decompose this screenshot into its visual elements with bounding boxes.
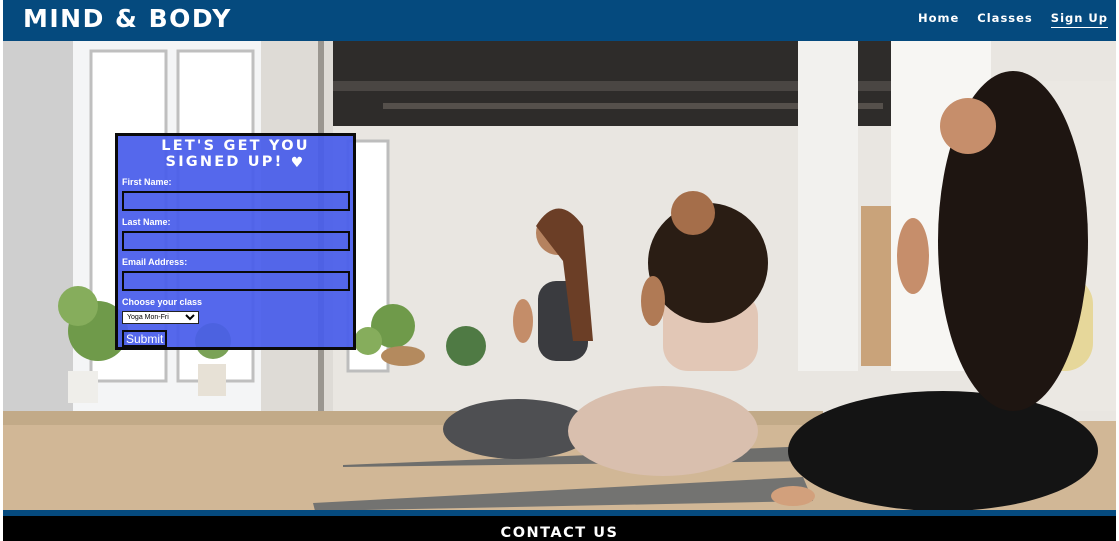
brand-logo-text[interactable]: MIND & BODY — [23, 4, 232, 33]
nav-classes-link[interactable]: Classes — [977, 11, 1032, 28]
signup-title: LET'S GET YOU SIGNED UP! ♥ — [122, 138, 349, 171]
last-name-label: Last Name: — [122, 217, 171, 227]
navbar: MIND & BODY Home Classes Sign Up — [3, 0, 1116, 41]
first-name-field[interactable] — [122, 191, 350, 211]
email-field[interactable] — [122, 271, 350, 291]
first-name-label: First Name: — [122, 177, 172, 187]
footer: CONTACT US — [3, 516, 1116, 541]
class-label: Choose your class — [122, 297, 203, 307]
class-select[interactable]: Yoga Mon-Fri — [122, 311, 199, 324]
last-name-field[interactable] — [122, 231, 350, 251]
main-nav: Home Classes Sign Up — [918, 11, 1108, 28]
signup-title-text: LET'S GET YOU SIGNED UP! — [161, 138, 310, 170]
email-label: Email Address: — [122, 257, 188, 267]
nav-signup-link[interactable]: Sign Up — [1050, 11, 1108, 28]
heart-pulse-icon: ♥ — [290, 155, 306, 171]
submit-button[interactable]: Submit — [122, 330, 168, 347]
contact-us-heading: CONTACT US — [500, 525, 619, 541]
signup-form: LET'S GET YOU SIGNED UP! ♥ First Name: L… — [115, 133, 356, 350]
page-frame: MIND & BODY Home Classes Sign Up LET'S G… — [3, 0, 1116, 541]
nav-home-link[interactable]: Home — [918, 11, 959, 28]
